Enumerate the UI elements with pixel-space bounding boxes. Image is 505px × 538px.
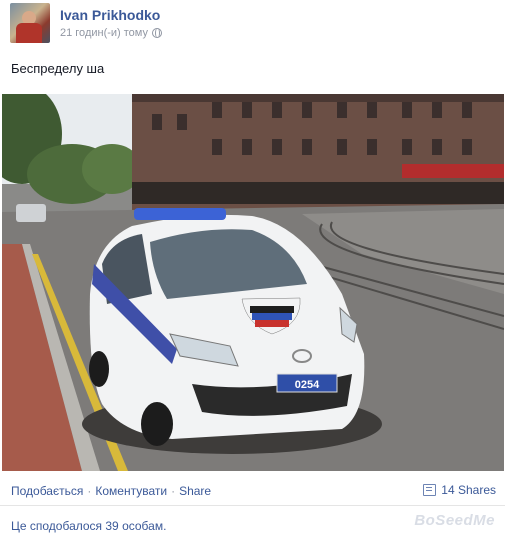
like-link[interactable]: Подобається [11,484,83,498]
separator: · [87,484,92,498]
share-icon [423,484,437,496]
timestamp-link[interactable]: 21 годин(-и) тому [60,27,148,39]
divider [0,505,505,506]
post-photo[interactable]: 0254 [2,94,504,471]
post-text: Беспределу ша [11,61,105,76]
watermark-logo: BoSeedMe [414,512,495,529]
facebook-post: Ivan Prikhodko 21 годин(-и) тому Беспред… [0,0,505,538]
comment-link[interactable]: Коментувати [95,484,167,498]
shares-count: 14 Shares [441,483,496,497]
share-link[interactable]: Share [179,484,211,498]
post-actions: Подобається · Коментувати · Share [11,484,211,498]
license-plate: 0254 [295,379,320,391]
likes-summary-link[interactable]: Це сподобалося 39 особам. [11,519,166,533]
author-name-link[interactable]: Ivan Prikhodko [60,7,160,23]
globe-icon[interactable] [151,28,162,38]
avatar[interactable] [10,3,50,43]
post-header: Ivan Prikhodko 21 годин(-и) тому [10,3,490,43]
separator: · [171,484,176,498]
shares-count-link[interactable]: 14 Shares [423,483,496,497]
post-meta: 21 годин(-и) тому [60,27,162,39]
